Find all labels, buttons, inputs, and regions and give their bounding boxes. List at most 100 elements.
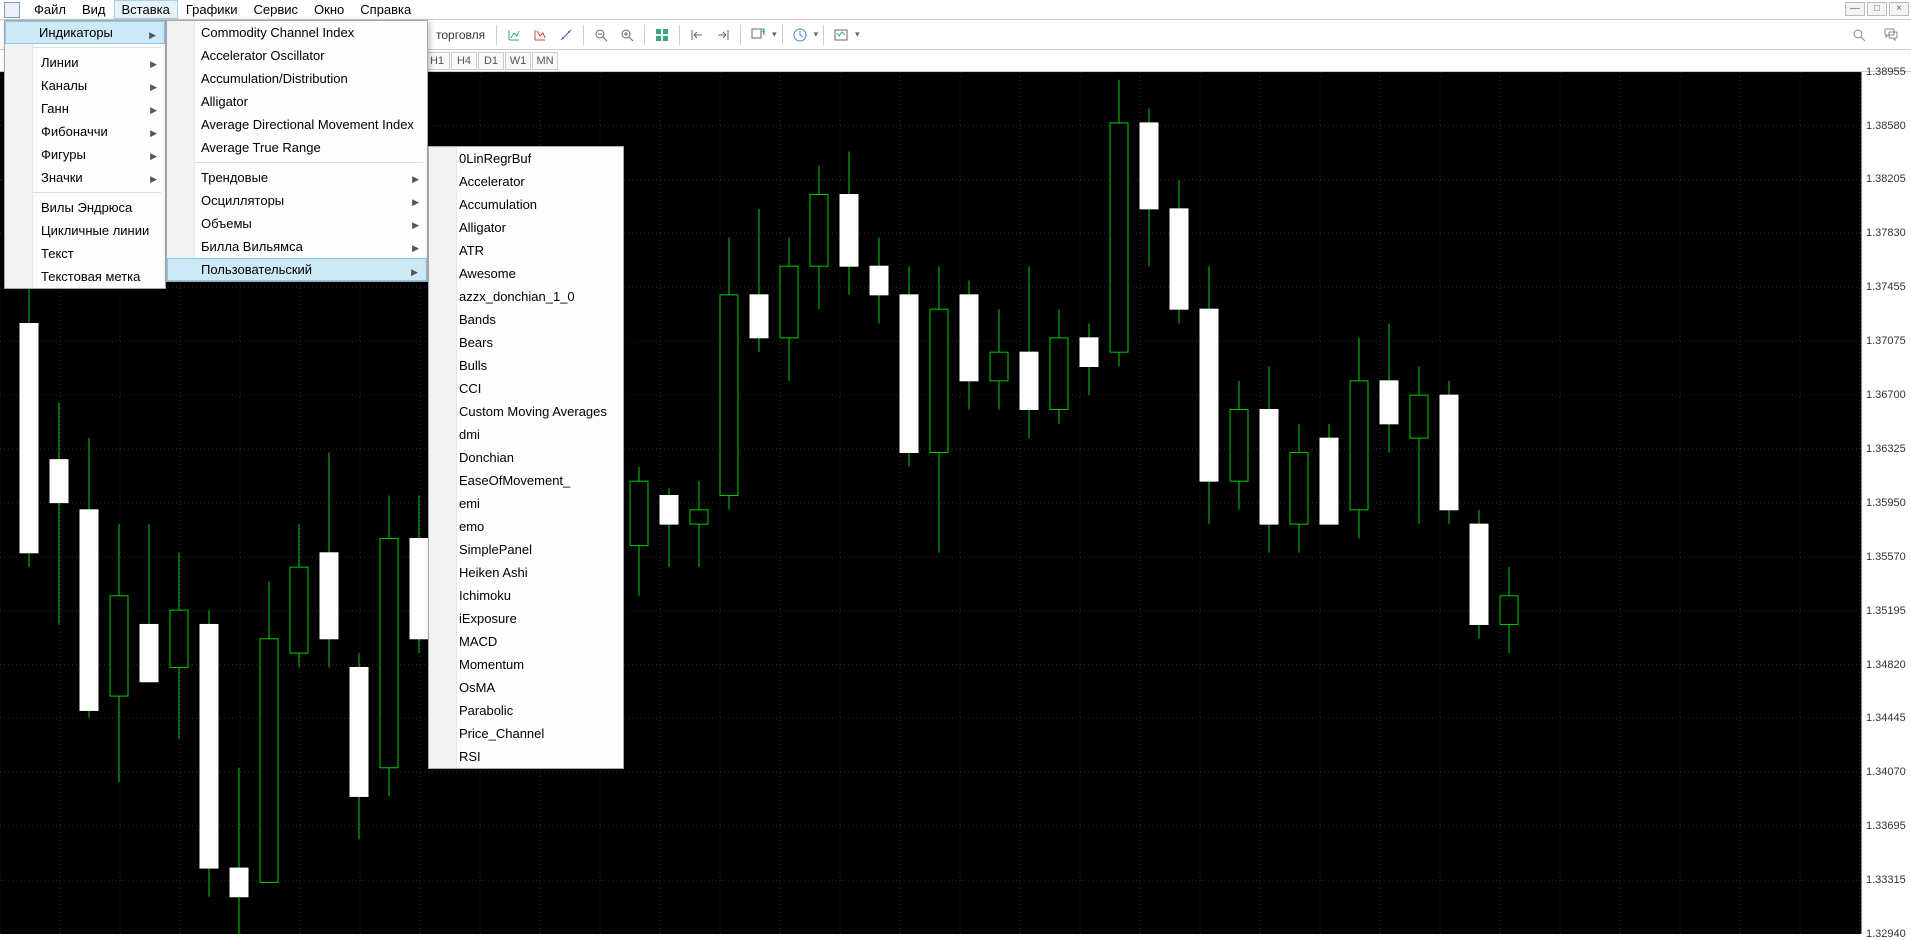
candle	[110, 596, 128, 696]
candle	[1410, 395, 1428, 438]
indicators-menu-item-10[interactable]: Билла Вильямса	[167, 235, 427, 258]
toolbar-scroll-right-button[interactable]	[711, 23, 735, 47]
custom-menu-item-5[interactable]: Awesome	[429, 262, 623, 285]
insert-menu-item-11[interactable]: ТекстA	[5, 242, 165, 265]
y-axis: 1.389551.385801.382051.378301.374551.370…	[1861, 72, 1911, 934]
menu-окно[interactable]: Окно	[306, 0, 352, 19]
custom-menu-item-14[interactable]: EaseOfMovement_	[429, 469, 623, 492]
custom-menu-item-19[interactable]: Ichimoku	[429, 584, 623, 607]
custom-menu-item-1[interactable]: Accelerator	[429, 170, 623, 193]
insert-menu-item-6[interactable]: Фигуры	[5, 143, 165, 166]
indicators-menu-item-4[interactable]: Average Directional Movement Index	[167, 113, 427, 136]
minimize-button[interactable]: —	[1845, 2, 1865, 16]
toolbar-period-button[interactable]	[788, 23, 812, 47]
menu-вставка[interactable]: Вставка	[114, 0, 178, 19]
custom-menu-item-4[interactable]: ATR	[429, 239, 623, 262]
custom-menu-item-11[interactable]: Custom Moving Averages	[429, 400, 623, 423]
custom-menu-item-0[interactable]: 0LinRegrBuf	[429, 147, 623, 170]
indicators-menu-item-8[interactable]: Осцилляторы	[167, 189, 427, 212]
indicators-menu-item-5[interactable]: Average True Range	[167, 136, 427, 159]
indicators-menu-item-0[interactable]: Commodity Channel Index	[167, 21, 427, 44]
candle	[1440, 395, 1458, 510]
insert-menu-item-9[interactable]: Вилы Эндрюса	[5, 196, 165, 219]
close-button[interactable]: ×	[1889, 2, 1909, 16]
candle	[960, 295, 978, 381]
candle	[320, 553, 338, 639]
toolbar-btn-3[interactable]	[554, 23, 578, 47]
toolbar-template-button[interactable]	[829, 23, 853, 47]
chat-icon[interactable]	[1879, 23, 1903, 47]
indicators-menu-item-1[interactable]: Accelerator Oscillator	[167, 44, 427, 67]
insert-menu-item-0[interactable]: Индикаторы	[5, 21, 165, 44]
candle	[720, 295, 738, 496]
candle	[1140, 123, 1158, 209]
candle	[1020, 352, 1038, 409]
indicators-menu-item-2[interactable]: Accumulation/Distribution	[167, 67, 427, 90]
toolbar-btn-1[interactable]	[502, 23, 526, 47]
candle	[1260, 409, 1278, 524]
toolbar-indicator-button[interactable]: +	[746, 23, 770, 47]
indicators-menu-item-3[interactable]: Alligator	[167, 90, 427, 113]
toolbar-scroll-left-button[interactable]	[685, 23, 709, 47]
custom-menu-item-18[interactable]: Heiken Ashi	[429, 561, 623, 584]
custom-menu-item-20[interactable]: iExposure	[429, 607, 623, 630]
indicators-submenu: Commodity Channel IndexAccelerator Oscil…	[166, 20, 428, 282]
menu-вид[interactable]: Вид	[74, 0, 114, 19]
custom-menu-item-16[interactable]: emo	[429, 515, 623, 538]
candle	[1350, 381, 1368, 510]
custom-menu-item-21[interactable]: MACD	[429, 630, 623, 653]
custom-menu-item-2[interactable]: Accumulation	[429, 193, 623, 216]
custom-menu-item-23[interactable]: OsMA	[429, 676, 623, 699]
custom-menu-item-24[interactable]: Parabolic	[429, 699, 623, 722]
timeframe-H4[interactable]: H4	[451, 52, 477, 70]
custom-menu-item-13[interactable]: Donchian	[429, 446, 623, 469]
menu-справка[interactable]: Справка	[352, 0, 419, 19]
insert-menu-item-10[interactable]: Цикличные линии	[5, 219, 165, 242]
zoom-out-button[interactable]	[589, 23, 613, 47]
custom-menu-item-26[interactable]: RSI	[429, 745, 623, 768]
insert-menu-item-12[interactable]: Текстовая меткаT	[5, 265, 165, 288]
candle	[260, 639, 278, 883]
candle	[50, 460, 68, 503]
timeframe-W1[interactable]: W1	[505, 52, 531, 70]
custom-menu-item-17[interactable]: SimplePanel	[429, 538, 623, 561]
toolbar-btn-2[interactable]	[528, 23, 552, 47]
insert-menu-item-7[interactable]: Значки	[5, 166, 165, 189]
custom-menu-item-9[interactable]: Bulls	[429, 354, 623, 377]
custom-menu-item-3[interactable]: Alligator	[429, 216, 623, 239]
indicators-menu-item-9[interactable]: Объемы	[167, 212, 427, 235]
custom-menu-item-10[interactable]: CCI	[429, 377, 623, 400]
indicators-menu-item-11[interactable]: Пользовательский	[167, 258, 427, 281]
y-axis-label: 1.34445	[1866, 712, 1906, 724]
custom-menu-item-7[interactable]: Bands	[429, 308, 623, 331]
y-axis-label: 1.34070	[1866, 766, 1906, 778]
insert-menu-item-3[interactable]: Каналы	[5, 74, 165, 97]
custom-menu-item-25[interactable]: Price_Channel	[429, 722, 623, 745]
candle	[870, 266, 888, 295]
zoom-in-button[interactable]	[615, 23, 639, 47]
insert-menu-item-4[interactable]: Ганн	[5, 97, 165, 120]
custom-menu-item-8[interactable]: Bears	[429, 331, 623, 354]
timeframe-D1[interactable]: D1	[478, 52, 504, 70]
timeframe-MN[interactable]: MN	[532, 52, 558, 70]
menu-сервис[interactable]: Сервис	[246, 0, 307, 19]
candle	[1050, 338, 1068, 410]
menu-графики[interactable]: Графики	[178, 0, 246, 19]
insert-menu-item-2[interactable]: Линии	[5, 51, 165, 74]
toolbar-grid-button[interactable]	[650, 23, 674, 47]
maximize-button[interactable]: □	[1867, 2, 1887, 16]
insert-menu-item-5[interactable]: Фибоначчи	[5, 120, 165, 143]
svg-text:+: +	[761, 27, 766, 36]
candle	[1170, 209, 1188, 309]
custom-menu-item-6[interactable]: azzx_donchian_1_0	[429, 285, 623, 308]
menu-файл[interactable]: Файл	[26, 0, 74, 19]
candle	[350, 667, 368, 796]
indicators-menu-item-7[interactable]: Трендовые	[167, 166, 427, 189]
search-icon[interactable]	[1847, 23, 1871, 47]
custom-menu-item-22[interactable]: Momentum	[429, 653, 623, 676]
custom-menu-item-15[interactable]: emi	[429, 492, 623, 515]
candle	[290, 567, 308, 653]
custom-menu-item-12[interactable]: dmi	[429, 423, 623, 446]
candle	[840, 195, 858, 267]
y-axis-label: 1.35195	[1866, 605, 1906, 617]
